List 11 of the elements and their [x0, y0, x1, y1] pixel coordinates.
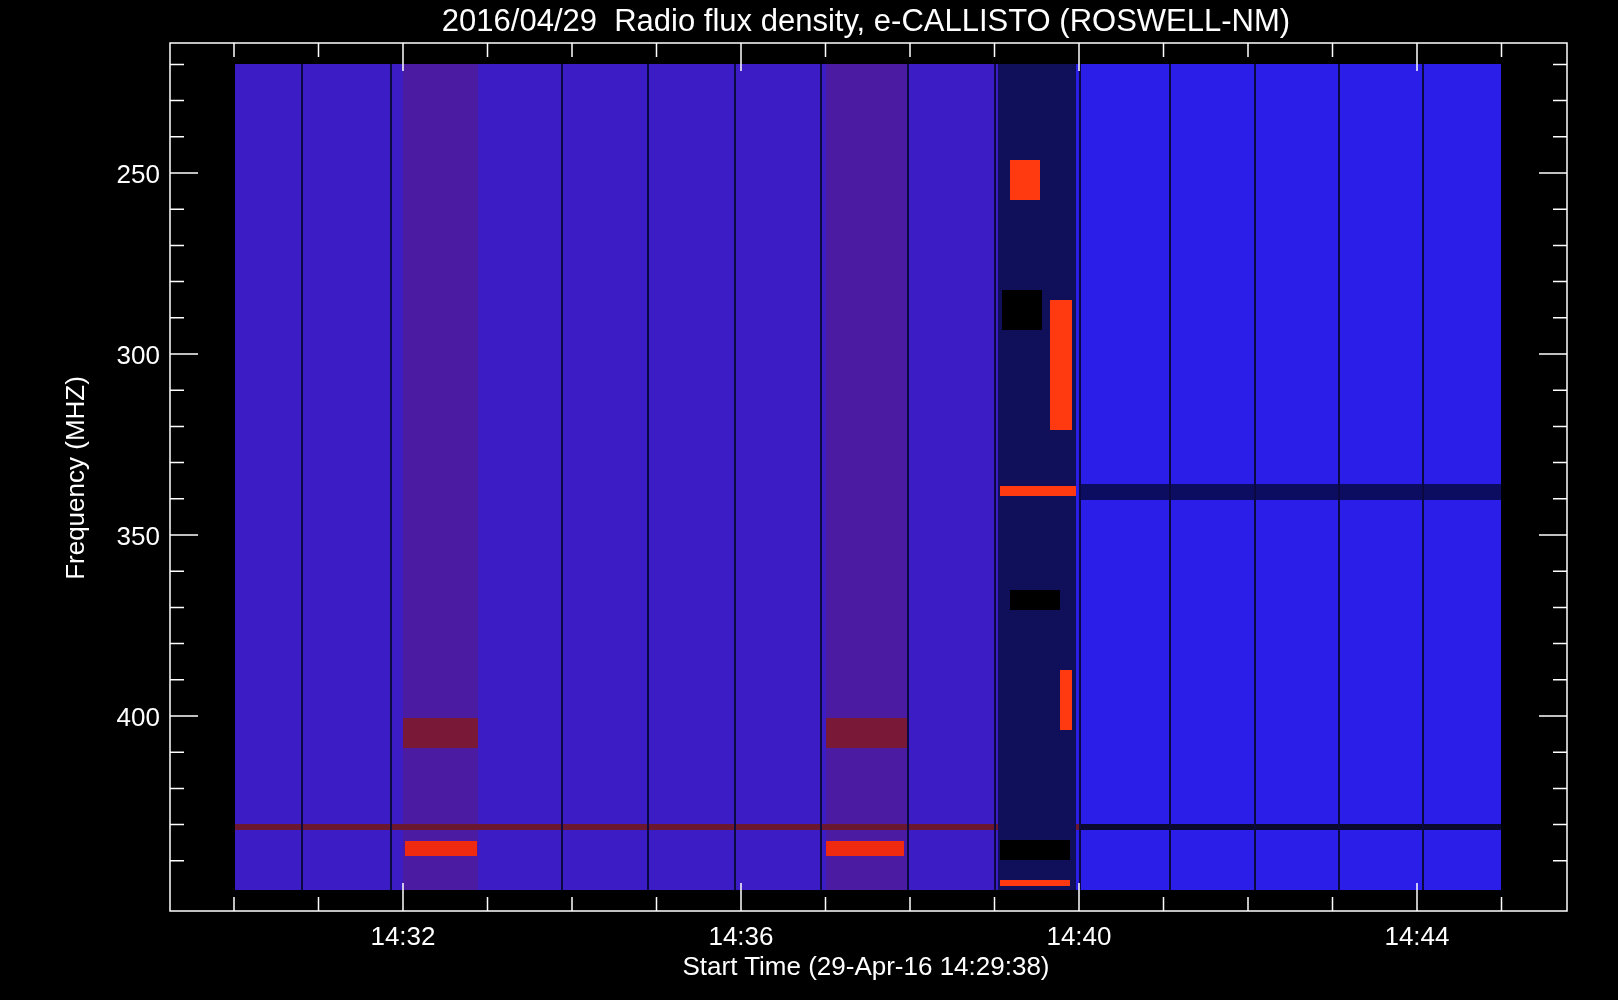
chart-title: 2016/04/29 Radio flux density, e-CALLISTO (ROSWELL-NM): [441, 3, 1291, 38]
y-tick-label: 400: [116, 702, 160, 732]
y-tick-label: 250: [116, 159, 160, 189]
y-axis-title: Frequency (MHZ): [60, 376, 90, 580]
x-axis-title: Start Time (29-Apr-16 14:29:38): [682, 951, 1050, 981]
x-tick-label: 14:32: [370, 921, 436, 951]
x-tick-label: 14:44: [1384, 921, 1450, 951]
x-tick-label: 14:40: [1046, 921, 1112, 951]
y-tick-label: 300: [116, 340, 160, 370]
y-tick-label: 350: [116, 521, 160, 551]
x-tick-label: 14:36: [708, 921, 774, 951]
